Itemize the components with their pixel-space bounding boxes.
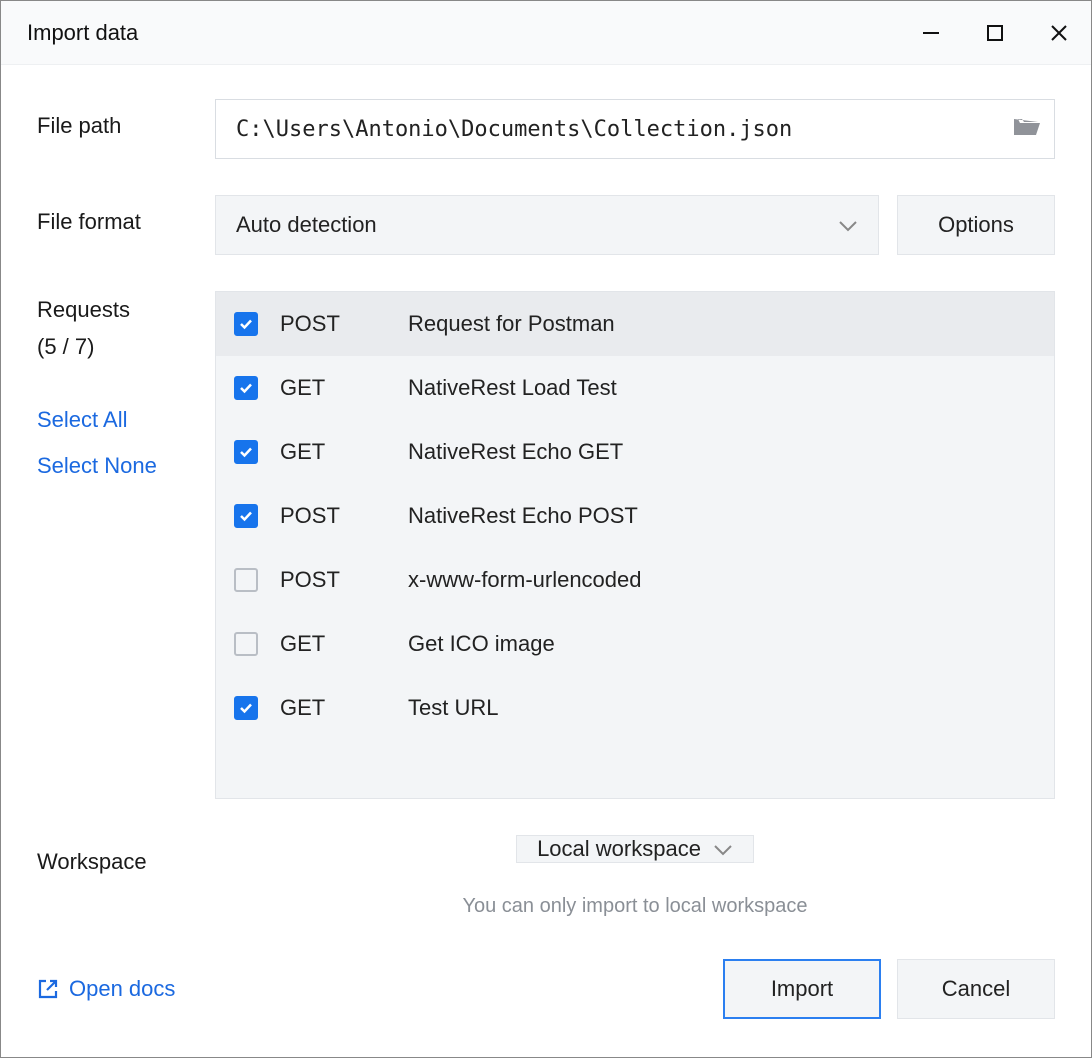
close-button[interactable] [1027, 1, 1091, 65]
titlebar: Import data [1, 1, 1091, 65]
request-checkbox[interactable] [234, 376, 258, 400]
request-method: POST [280, 567, 408, 593]
file-path-label: File path [37, 99, 195, 139]
file-path-row: File path C:\Users\Antonio\Documents\Col… [37, 99, 1055, 159]
select-none-link[interactable]: Select None [37, 446, 195, 487]
cancel-button[interactable]: Cancel [897, 959, 1055, 1019]
open-docs-label: Open docs [69, 976, 175, 1002]
file-format-row: File format Auto detection Options [37, 195, 1055, 255]
request-checkbox[interactable] [234, 440, 258, 464]
request-name: Request for Postman [408, 311, 1036, 337]
request-name: NativeRest Load Test [408, 375, 1036, 401]
external-link-icon [37, 978, 59, 1000]
request-name: NativeRest Echo POST [408, 503, 1036, 529]
request-method: GET [280, 375, 408, 401]
chevron-down-icon [713, 836, 733, 862]
maximize-button[interactable] [963, 1, 1027, 65]
file-path-input[interactable]: C:\Users\Antonio\Documents\Collection.js… [215, 99, 1055, 159]
file-format-select[interactable]: Auto detection [215, 195, 879, 255]
minimize-icon [921, 23, 941, 43]
close-icon [1049, 23, 1069, 43]
open-docs-link[interactable]: Open docs [37, 976, 175, 1002]
workspace-hint: You can only import to local workspace [463, 895, 808, 918]
check-icon [238, 700, 254, 716]
request-row[interactable]: POSTNativeRest Echo POST [216, 484, 1054, 548]
maximize-icon [985, 23, 1005, 43]
workspace-value: Local workspace [537, 836, 701, 862]
folder-open-icon[interactable] [1012, 115, 1040, 143]
request-name: NativeRest Echo GET [408, 439, 1036, 465]
window-title: Import data [27, 20, 899, 46]
file-format-value: Auto detection [236, 212, 826, 238]
workspace-row: Workspace Local workspace You can only i… [37, 835, 1055, 918]
requests-row: Requests (5 / 7) Select All Select None … [37, 291, 1055, 799]
check-icon [238, 444, 254, 460]
request-row[interactable]: GETGet ICO image [216, 612, 1054, 676]
request-row[interactable]: POSTx-www-form-urlencoded [216, 548, 1054, 612]
request-method: POST [280, 311, 408, 337]
request-name: Get ICO image [408, 631, 1036, 657]
request-row[interactable]: GETNativeRest Echo GET [216, 420, 1054, 484]
select-all-link[interactable]: Select All [37, 400, 195, 441]
request-name: x-www-form-urlencoded [408, 567, 1036, 593]
request-method: GET [280, 695, 408, 721]
request-checkbox[interactable] [234, 504, 258, 528]
request-row[interactable]: GETTest URL [216, 676, 1054, 740]
check-icon [238, 316, 254, 332]
request-checkbox[interactable] [234, 632, 258, 656]
import-button[interactable]: Import [723, 959, 881, 1019]
request-method: GET [280, 439, 408, 465]
file-path-value: C:\Users\Antonio\Documents\Collection.js… [236, 117, 1000, 142]
request-checkbox[interactable] [234, 312, 258, 336]
request-checkbox[interactable] [234, 696, 258, 720]
check-icon [238, 380, 254, 396]
requests-label: Requests [37, 291, 195, 328]
request-name: Test URL [408, 695, 1036, 721]
request-checkbox[interactable] [234, 568, 258, 592]
file-format-label: File format [37, 195, 195, 235]
import-dialog: Import data File path C:\Users\Antonio\D… [0, 0, 1092, 1058]
request-row[interactable]: POSTRequest for Postman [216, 292, 1054, 356]
options-button[interactable]: Options [897, 195, 1055, 255]
request-row[interactable]: GETNativeRest Load Test [216, 356, 1054, 420]
workspace-label: Workspace [37, 835, 195, 875]
workspace-select[interactable]: Local workspace [516, 835, 754, 863]
chevron-down-icon [838, 212, 858, 238]
check-icon [238, 508, 254, 524]
minimize-button[interactable] [899, 1, 963, 65]
requests-counter: (5 / 7) [37, 328, 195, 365]
dialog-footer: Open docs Import Cancel [1, 959, 1091, 1057]
request-method: GET [280, 631, 408, 657]
requests-list: POSTRequest for PostmanGETNativeRest Loa… [215, 291, 1055, 799]
requests-sidebar: Requests (5 / 7) Select All Select None [37, 291, 195, 799]
request-method: POST [280, 503, 408, 529]
dialog-content: File path C:\Users\Antonio\Documents\Col… [1, 65, 1091, 959]
